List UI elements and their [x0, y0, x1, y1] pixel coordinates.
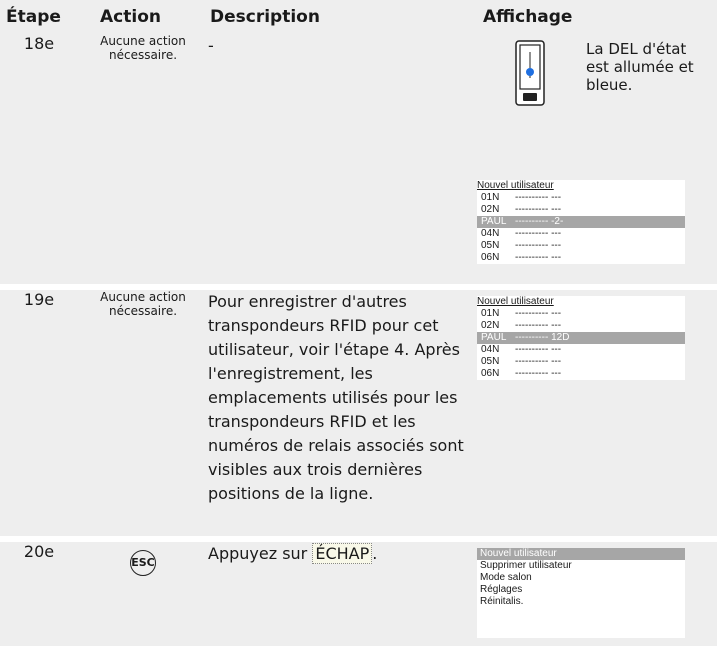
header-action: Action [78, 0, 208, 34]
user-row: 06N ---------- --- [481, 252, 562, 263]
display-cell: Nouvel utilisateur Supprimer utilisateur… [477, 542, 717, 646]
step-row-19e: 19e Aucune action nécessaire. Pour enreg… [0, 290, 717, 536]
user-row: 01N ---------- --- [481, 308, 562, 319]
menu-item: Réglages [480, 584, 523, 595]
step-number: 18e [0, 34, 78, 284]
screen-title: Nouvel utilisateur [477, 296, 554, 307]
user-row: 05N ---------- --- [481, 356, 562, 367]
user-row: 06N ---------- --- [481, 368, 562, 379]
main-menu-screen: Nouvel utilisateur Supprimer utilisateur… [477, 548, 685, 638]
reader-device-icon [477, 40, 582, 106]
user-row: 02N ---------- --- [481, 320, 562, 331]
display-cell: Nouvel utilisateur 01N ---------- --- 02N… [477, 290, 717, 536]
action-line1: Aucune action [100, 34, 186, 48]
header-step: Étape [0, 0, 78, 34]
user-list-screen: Nouvel utilisateur 01N ---------- --- 02N… [477, 296, 685, 380]
step-row-18e: 18e Aucune action nécessaire. - La DEL d… [0, 34, 717, 284]
header-display: Affichage [477, 0, 717, 34]
step-number: 20e [0, 542, 78, 646]
step-action: ESC [78, 542, 208, 646]
screen-title: Nouvel utilisateur [477, 180, 554, 191]
steps-table: Étape Action Description Affichage 18e A… [0, 0, 717, 646]
key-name-echap: ÉCHAP [312, 543, 373, 564]
menu-item-selected: Nouvel utilisateur [477, 548, 685, 560]
led-status-text: La DEL d'état est allumée et bleue. [586, 40, 694, 94]
step-row-20e: 20e ESC Appuyez sur ÉCHAP. Nouvel utilis… [0, 542, 717, 646]
user-row: 01N ---------- --- [481, 192, 562, 203]
menu-item: Réinitalis. [480, 596, 524, 607]
user-row: 02N ---------- --- [481, 204, 562, 215]
step-description: Appuyez sur ÉCHAP. [208, 542, 477, 646]
user-row: 04N ---------- --- [481, 228, 562, 239]
step-number: 19e [0, 290, 78, 536]
esc-key-icon: ESC [130, 550, 156, 576]
menu-item: Mode salon [480, 572, 532, 583]
user-row-selected: PAUL ---------- 12D [477, 332, 685, 344]
header-row: Étape Action Description Affichage [0, 0, 717, 34]
action-line2: nécessaire. [108, 48, 178, 62]
header-description: Description [208, 0, 477, 34]
status-led-icon [525, 68, 534, 76]
step-action: Aucune action nécessaire. [78, 34, 208, 284]
action-line2: nécessaire. [108, 304, 178, 318]
menu-item: Supprimer utilisateur [480, 560, 572, 571]
step-description: Pour enregistrer d'autres transpondeurs … [208, 290, 477, 536]
action-line1: Aucune action [100, 290, 186, 304]
display-cell: Nouvel utilisateur 01N ---------- --- 02N… [477, 174, 717, 284]
user-list-screen: Nouvel utilisateur 01N ---------- --- 02N… [477, 180, 685, 264]
user-row: 04N ---------- --- [481, 344, 562, 355]
user-row: 05N ---------- --- [481, 240, 562, 251]
display-cell: La DEL d'état est allumée et bleue. [477, 34, 717, 174]
user-row-selected: PAUL ---------- -2- [477, 216, 685, 228]
step-action: Aucune action nécessaire. [78, 290, 208, 536]
step-description: - [208, 34, 477, 284]
